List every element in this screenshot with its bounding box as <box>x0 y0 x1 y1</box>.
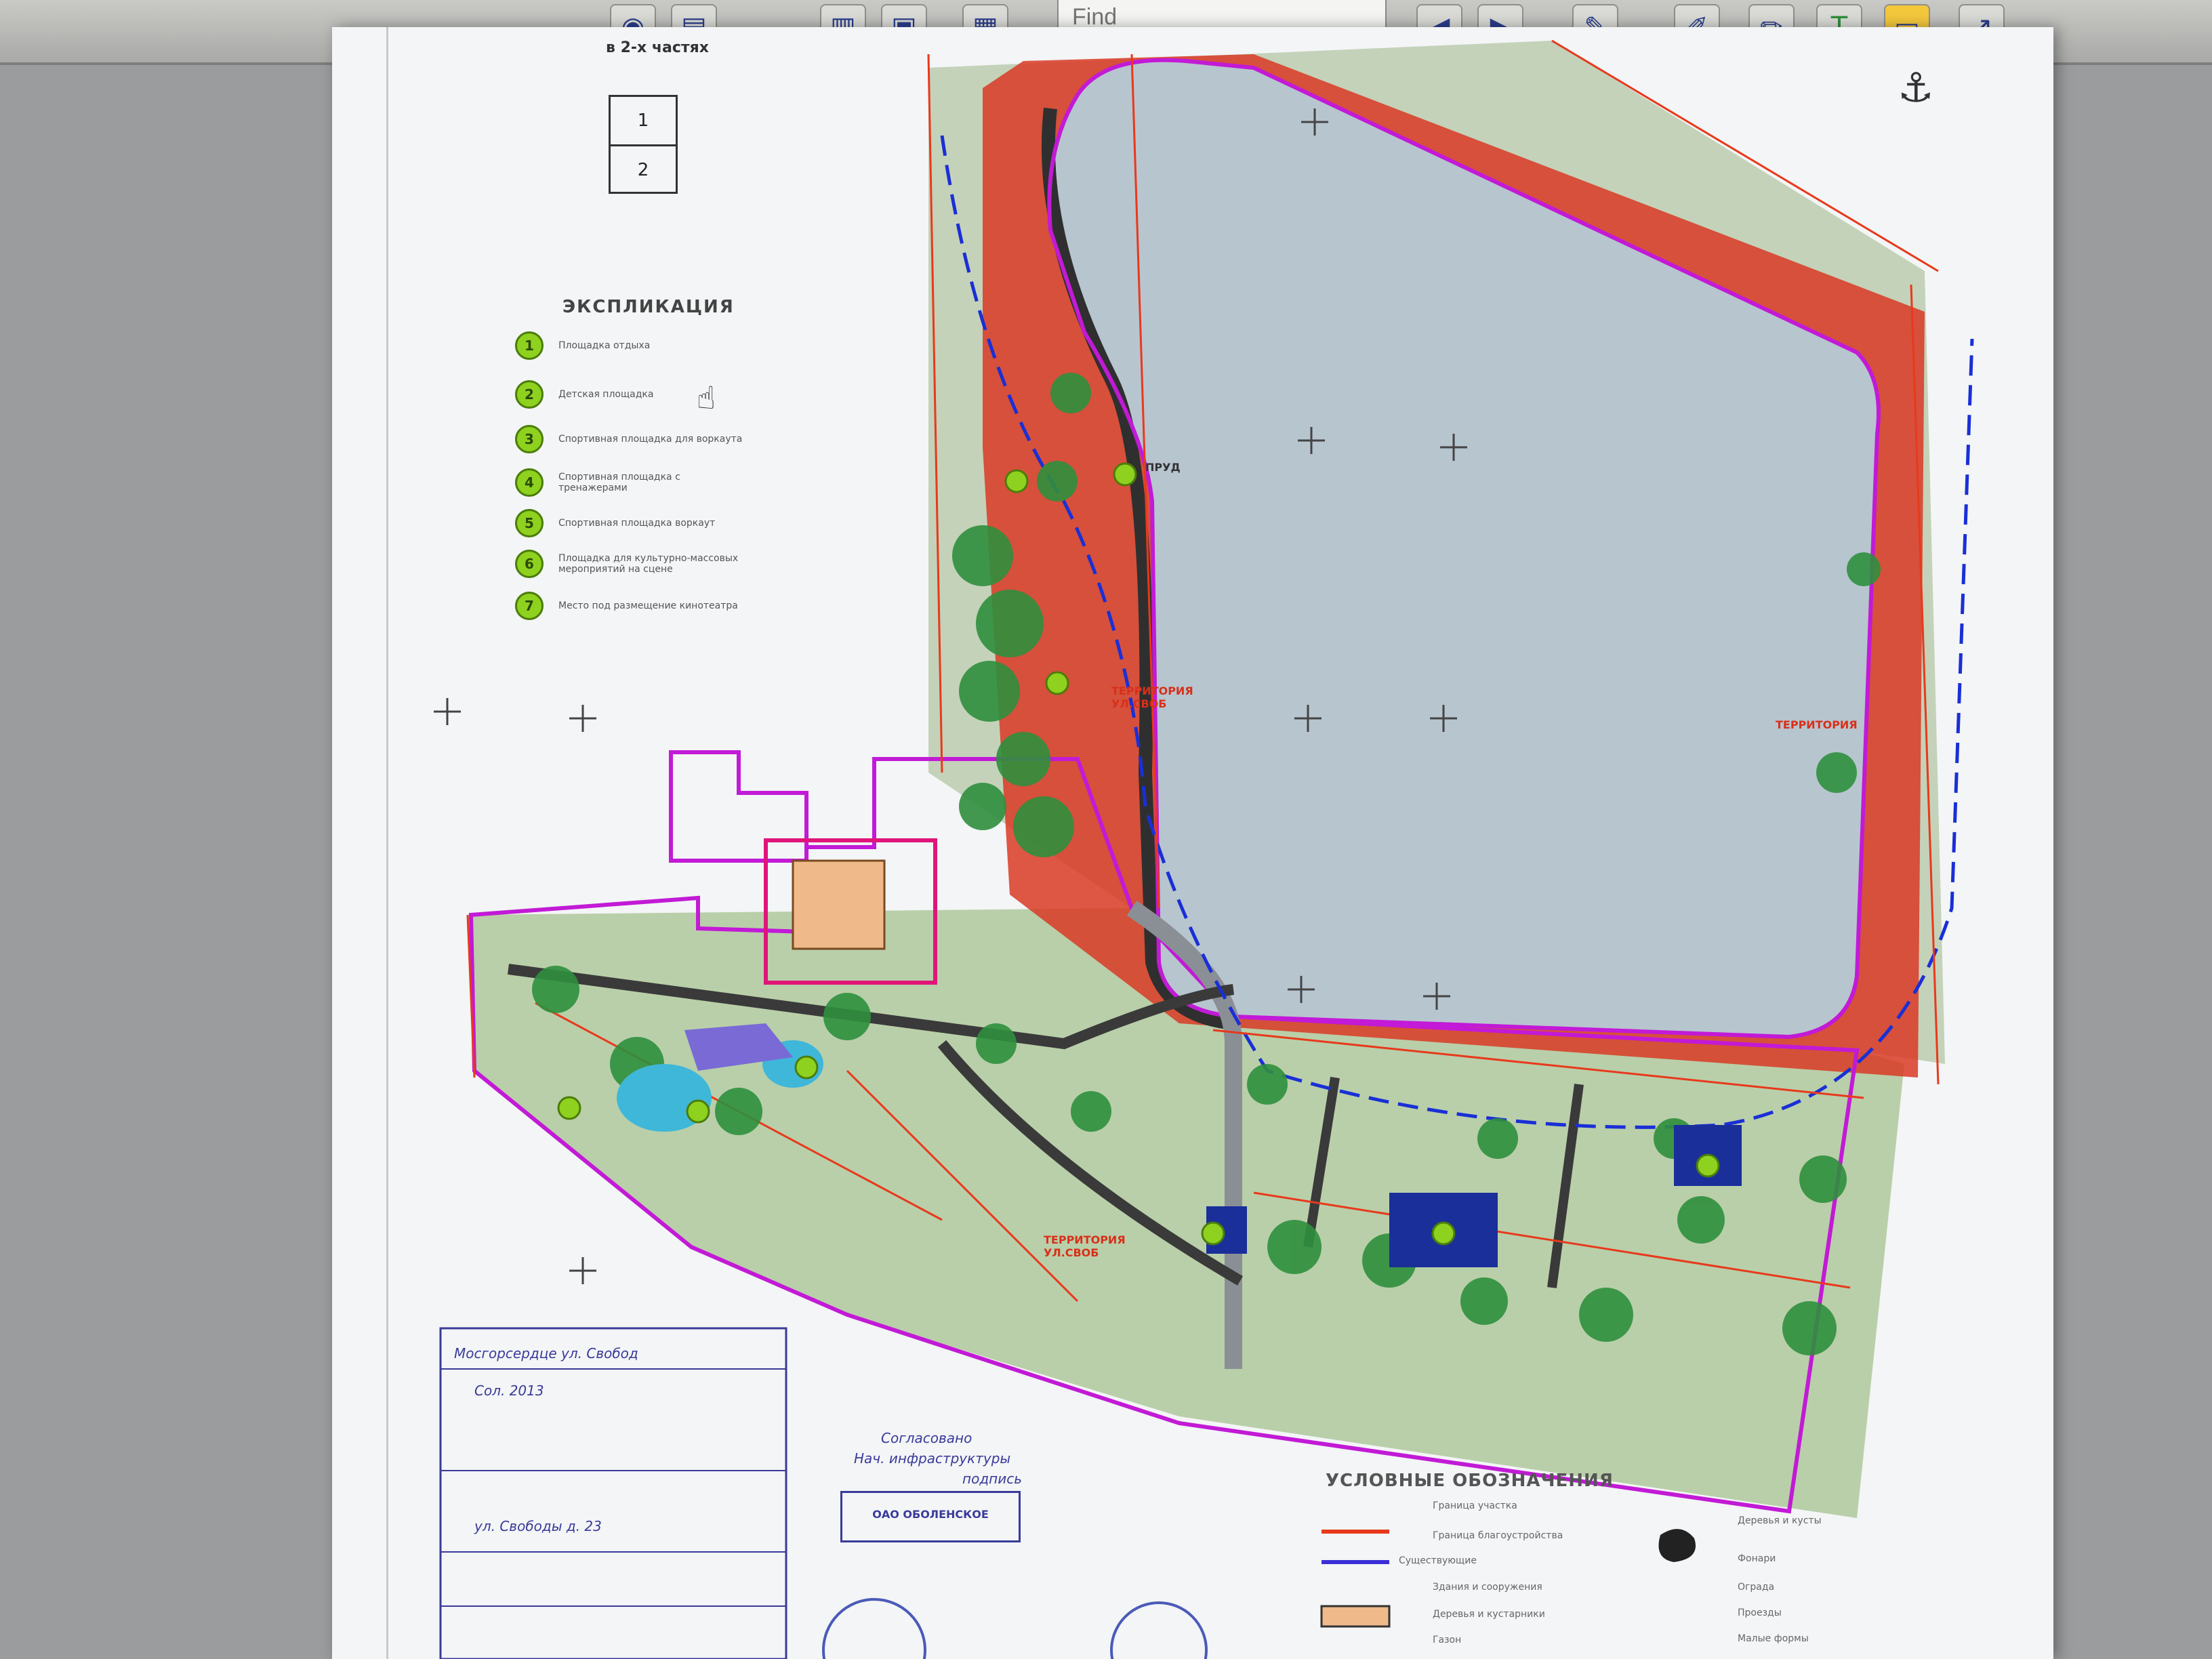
signature: подпись <box>962 1471 1022 1487</box>
legend-label: Газон <box>1433 1635 1462 1645</box>
legend-item: Граница благоустройства <box>1416 1530 1563 1541</box>
explication-item: 1 Площадка отдыха <box>515 331 651 360</box>
site-plan-drawing <box>434 39 1974 1659</box>
explication-item: 6 Площадка для культурно-массовых меропр… <box>515 550 748 578</box>
legend-item: Существующие <box>1382 1555 1477 1566</box>
explication-number: 6 <box>515 550 544 578</box>
legend-label: Граница участка <box>1433 1500 1517 1511</box>
legend-label: Граница благоустройства <box>1433 1530 1563 1541</box>
legend-item: Ограда <box>1721 1582 1774 1593</box>
legend-label: Малые формы <box>1738 1633 1809 1644</box>
legend-label: Проезды <box>1738 1607 1782 1618</box>
explication-number: 1 <box>515 331 544 360</box>
explication-number: 7 <box>515 592 544 620</box>
explication-text: Детская площадка <box>558 389 654 400</box>
approval-stamp: ОАО ОБОЛЕНСКОЕ <box>840 1491 1021 1542</box>
legend-tree-symbol <box>1658 1529 1696 1562</box>
territory-label: ТЕРРИТОРИЯ УЛ.СВОБ <box>1044 1233 1126 1259</box>
legend-item: Деревья и кусты <box>1721 1515 1822 1526</box>
legend-item: Проезды <box>1721 1607 1782 1618</box>
explication-text: Площадка отдыха <box>558 340 651 351</box>
legend-label: Существующие <box>1399 1555 1477 1566</box>
title-block-line: ул. Свободы д. 23 <box>474 1518 602 1534</box>
explication-item: 4 Спортивная площадка с тренажерами <box>515 468 748 497</box>
legend-item: Малые формы <box>1721 1633 1809 1644</box>
explication-item: 3 Спортивная площадка для воркаута <box>515 425 743 453</box>
title-block-line: Мосгорсердце ул. Свобод <box>454 1345 638 1361</box>
title-block <box>439 1327 787 1659</box>
sheet-index-cell: 1 <box>611 97 676 146</box>
title-block-line: Сол. 2013 <box>474 1382 544 1399</box>
legend-item: Деревья и кустарники <box>1416 1609 1545 1620</box>
north-arrow-icon: ⚓ <box>1898 64 1934 112</box>
seal-right <box>1110 1601 1208 1659</box>
approval-text: Нач. инфраструктуры <box>854 1450 1011 1467</box>
explication-text: Спортивная площадка с тренажерами <box>558 472 680 493</box>
territory-label: ТЕРРИТОРИЯ УЛ.СВОБ <box>1111 684 1193 710</box>
legend-building-symbol <box>1320 1605 1391 1628</box>
explication-text: Спортивная площадка воркаут <box>558 518 716 529</box>
legend-title: УСЛОВНЫЕ ОБОЗНАЧЕНИЯ <box>1326 1471 1614 1491</box>
explication-text: Место под размещение кинотеатра <box>558 600 738 611</box>
legend-label: Деревья и кусты <box>1738 1515 1822 1526</box>
territory-label: ТЕРРИТОРИЯ <box>1776 718 1858 731</box>
sheet-index: 1 2 <box>609 95 678 194</box>
explication-item: 2 Детская площадка <box>515 380 654 409</box>
legend-label: Деревья и кустарники <box>1433 1609 1545 1620</box>
explication-title: ЭКСПЛИКАЦИЯ <box>562 297 735 317</box>
explication-number: 4 <box>515 468 544 497</box>
building-footprint <box>792 859 886 950</box>
drawing-header: в 2-х частях <box>606 39 709 56</box>
explication-text: Площадка для культурно-массовых мероприя… <box>558 553 739 575</box>
legend-label: Здания и сооружения <box>1433 1582 1542 1593</box>
explication-number: 5 <box>515 509 544 537</box>
legend-item: Граница участка <box>1416 1500 1517 1511</box>
block-boundary <box>669 750 808 863</box>
legend-label: Ограда <box>1738 1582 1775 1593</box>
legend-item: Газон <box>1416 1635 1461 1645</box>
pond-label: ПРУД <box>1145 461 1181 474</box>
explication-number: 3 <box>515 425 544 453</box>
legend-label: Фонари <box>1738 1553 1776 1564</box>
explication-item: 7 Место под размещение кинотеатра <box>515 592 738 620</box>
legend-item: Здания и сооружения <box>1416 1582 1542 1593</box>
approval-text: Согласовано <box>881 1430 972 1446</box>
explication-number: 2 <box>515 380 544 409</box>
seal-left <box>822 1598 926 1659</box>
sheet-index-cell: 2 <box>637 160 649 180</box>
legend-item: Фонари <box>1721 1553 1776 1564</box>
hand-cursor-icon: ☝ <box>697 380 716 416</box>
explication-text: Спортивная площадка для воркаута <box>558 434 743 445</box>
explication-item: 5 Спортивная площадка воркаут <box>515 509 716 537</box>
